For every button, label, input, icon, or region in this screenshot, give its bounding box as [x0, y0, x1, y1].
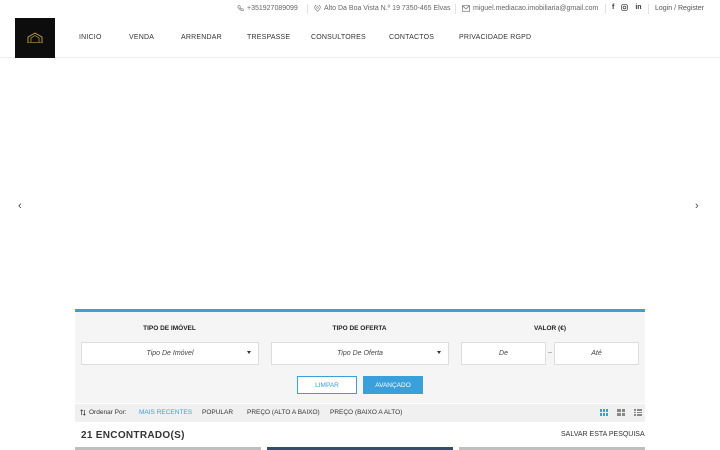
slider-prev-arrow-icon[interactable]: ‹ [18, 200, 22, 212]
property-type-select[interactable]: Tipo De Imóvel [81, 342, 259, 365]
linkedin-icon[interactable]: in [635, 4, 641, 11]
sort-option-recent[interactable]: MAIS RECENTES [139, 409, 192, 416]
instagram-icon[interactable] [621, 4, 629, 11]
hero-slider: ‹ › [0, 58, 720, 310]
price-from-input[interactable]: De [461, 342, 546, 365]
advanced-search-button[interactable]: AVANÇADO [363, 376, 423, 394]
offer-type-select[interactable]: Tipo De Oferta [271, 342, 449, 365]
envelope-icon [462, 5, 470, 12]
email-text: miguel.mediacao.imobiliaria@gmail.com [473, 5, 599, 12]
phone-number: +351927089099 [247, 5, 298, 12]
nav-item-inicio[interactable]: INICIO [79, 34, 102, 41]
site-logo[interactable] [15, 18, 55, 58]
slider-next-arrow-icon[interactable]: › [695, 200, 699, 212]
address-text: Alto Da Boa Vista N.º 19 7350-465 Elvas [324, 5, 451, 12]
property-search-panel: TIPO DE IMÓVEL Tipo De Imóvel TIPO DE OF… [75, 309, 645, 403]
caret-down-icon [247, 351, 251, 354]
sort-option-price-low-high[interactable]: PREÇO (BAIXO A ALTO) [330, 409, 402, 416]
sort-label-wrap: Ordenar Por: [80, 409, 127, 416]
clear-button[interactable]: LIMPAR [297, 376, 357, 394]
sort-option-price-high-low[interactable]: PREÇO (ALTO A BAIXO) [247, 409, 320, 416]
address-contact[interactable]: Alto Da Boa Vista N.º 19 7350-465 Elvas [314, 5, 451, 12]
price-to-placeholder: Até [591, 350, 602, 357]
nav-item-privacidade[interactable]: PRIVACIDADE RGPD [459, 34, 531, 41]
house-logo-icon [27, 31, 43, 43]
main-header: INICIO VENDA ARRENDAR TRESPASSE CONSULTO… [0, 18, 720, 58]
facebook-icon[interactable]: f [612, 4, 614, 11]
range-dash: – [548, 349, 552, 356]
login-register-link[interactable]: Login / Register [655, 5, 704, 12]
price-from-placeholder: De [499, 350, 508, 357]
offer-type-label: TIPO DE OFERTA [332, 325, 387, 332]
results-count: 21 ENCONTRADO(S) [81, 430, 185, 441]
social-links: f in [612, 4, 642, 11]
sort-bar: Ordenar Por: MAIS RECENTES POPULAR PREÇO… [75, 404, 645, 422]
top-bar: +351927089099 Alto Da Boa Vista N.º 19 7… [0, 0, 720, 18]
value-label: VALOR (€) [533, 325, 567, 332]
sort-label: Ordenar Por: [89, 409, 127, 416]
caret-down-icon [437, 351, 441, 354]
list-view-icon[interactable] [634, 409, 642, 416]
property-type-value: Tipo De Imóvel [146, 350, 194, 357]
price-to-input[interactable]: Até [554, 342, 639, 365]
nav-item-consultores[interactable]: CONSULTORES [311, 34, 366, 41]
nav-item-contactos[interactable]: CONTACTOS [389, 34, 434, 41]
grid-3-view-icon[interactable] [600, 409, 608, 416]
nav-item-venda[interactable]: VENDA [129, 34, 154, 41]
view-toggle-group [600, 409, 642, 416]
nav-item-trespasse[interactable]: TRESPASSE [247, 34, 290, 41]
map-pin-icon [314, 5, 321, 12]
sort-option-popular[interactable]: POPULAR [202, 409, 233, 416]
grid-2-view-icon[interactable] [617, 409, 625, 416]
property-type-label: TIPO DE IMÓVEL [143, 325, 196, 332]
nav-item-arrendar[interactable]: ARRENDAR [181, 34, 222, 41]
sort-icon [80, 409, 86, 416]
phone-contact[interactable]: +351927089099 [237, 5, 298, 12]
phone-icon [237, 5, 244, 12]
email-contact[interactable]: miguel.mediacao.imobiliaria@gmail.com [462, 5, 598, 12]
save-search-link[interactable]: SALVAR ESTA PESQUISA [561, 431, 645, 438]
offer-type-value: Tipo De Oferta [337, 350, 383, 357]
